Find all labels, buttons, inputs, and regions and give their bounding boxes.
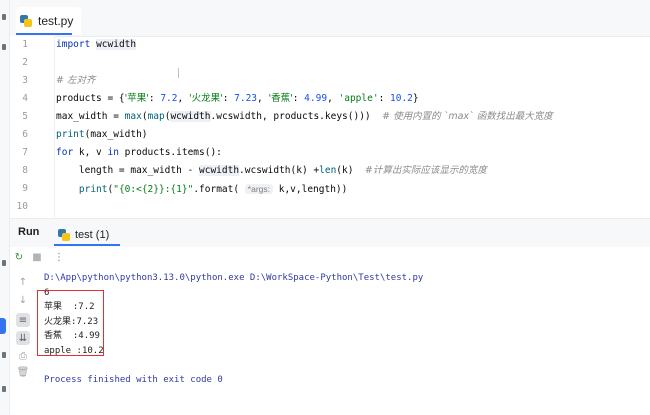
run-toolwindow-indicator[interactable] xyxy=(0,318,6,334)
code-token: } xyxy=(412,93,419,104)
line-number: 8 xyxy=(22,165,28,176)
line-number: 7 xyxy=(22,147,28,158)
code-token: , xyxy=(177,93,189,104)
file-tab-label: test.py xyxy=(38,14,74,28)
keyword-token: in xyxy=(107,147,119,158)
string-token: 'apple' xyxy=(338,93,379,104)
active-tab-indicator xyxy=(16,33,72,35)
console-side-toolbar: ↑ ↓ ≡ ⇊ ⎙ 🗑 xyxy=(10,267,36,415)
code-token: length = max_width - xyxy=(56,165,199,176)
line-number: 10 xyxy=(16,201,28,212)
string-token: '火龙果' xyxy=(188,93,223,104)
line-number: 1 xyxy=(22,39,28,50)
code-token: .wcswidth(k) + xyxy=(239,165,320,176)
more-options-icon[interactable]: ⋮ xyxy=(52,250,66,264)
string-token: '苹果' xyxy=(124,93,149,104)
comment-token: #计算出实际应该显示的宽度 xyxy=(364,165,487,176)
comment-token: # 使用内置的 `max` 函数找出最大宽度 xyxy=(382,111,553,122)
arrow-up-icon[interactable]: ↑ xyxy=(16,275,30,289)
run-tab-label: test (1) xyxy=(75,229,110,241)
code-token: : xyxy=(378,93,391,104)
code-line-6[interactable]: print(max_width) xyxy=(56,126,148,144)
soft-wrap-icon[interactable]: ≡ xyxy=(16,313,30,327)
run-toolbar: ↻ ■ ⋮ xyxy=(10,247,650,267)
number-token: 7.2 xyxy=(160,93,178,104)
line-number: 4 xyxy=(22,93,28,104)
number-token: 4.99 xyxy=(304,93,328,104)
code-token: max_width = xyxy=(56,111,125,122)
python-run-icon xyxy=(58,229,70,241)
code-token: : xyxy=(222,93,235,104)
comment-token: # 左对齐 xyxy=(56,75,96,86)
line-number: 2 xyxy=(22,57,28,68)
scroll-to-end-icon[interactable]: ⇊ xyxy=(16,331,30,345)
rerun-icon[interactable]: ↻ xyxy=(12,250,26,264)
code-token: : xyxy=(292,93,305,104)
code-line-8[interactable]: length = max_width - wcwidth.wcswidth(k)… xyxy=(56,162,487,180)
code-token: , xyxy=(327,93,339,104)
arrow-down-icon[interactable]: ↓ xyxy=(16,293,30,307)
keyword-token: for xyxy=(56,147,74,158)
print-icon[interactable]: ⎙ xyxy=(16,349,30,363)
python-file-icon xyxy=(20,15,32,27)
terminal-icon[interactable] xyxy=(2,352,6,358)
builtin-token: map xyxy=(147,111,165,122)
string-token: '香蕉' xyxy=(268,93,293,104)
number-token: 7.23 xyxy=(234,93,258,104)
code-token: k, v xyxy=(73,147,108,158)
text-cursor xyxy=(178,68,185,78)
ide-left-strip xyxy=(0,0,10,415)
line-number: 5 xyxy=(22,111,28,122)
code-token: , xyxy=(257,93,269,104)
line-number: 6 xyxy=(22,129,28,140)
code-line-4[interactable]: products = {'苹果': 7.2, '火龙果': 7.23, '香蕉'… xyxy=(56,90,419,108)
run-title: Run xyxy=(18,226,40,238)
builtin-token: max xyxy=(124,111,142,122)
trash-icon[interactable]: 🗑 xyxy=(16,365,30,379)
code-token: k,v,length)) xyxy=(273,184,348,195)
code-token: : xyxy=(148,93,161,104)
annotation-highlight-box xyxy=(37,290,104,356)
services-icon[interactable] xyxy=(2,260,6,266)
code-token: (k) xyxy=(336,165,365,176)
gutter-divider xyxy=(54,36,55,218)
number-token: 10.2 xyxy=(390,93,413,104)
module-token: wcwidth xyxy=(170,111,211,122)
code-token: .format( xyxy=(193,184,245,195)
active-run-tab-indicator xyxy=(54,244,120,246)
code-token: .wcswidth, products.keys())) xyxy=(210,111,383,122)
builtin-token: len xyxy=(319,165,337,176)
project-icon[interactable] xyxy=(2,14,6,20)
run-tab-test-1[interactable]: test (1) xyxy=(54,224,113,246)
code-line-7[interactable]: for k, v in products.items(): xyxy=(56,144,222,162)
string-token: "{0:<{2}}:{1}" xyxy=(113,184,194,195)
line-number-gutter: 1 2 3 4 5 6 7 8 9 10 xyxy=(10,36,54,218)
code-line-9[interactable]: print("{0:<{2}}:{1}".format( *args: k,v,… xyxy=(56,180,347,198)
code-line-5[interactable]: max_width = max(map(wcwidth.wcswidth, pr… xyxy=(56,108,553,126)
line-number: 9 xyxy=(22,183,28,194)
run-toolwindow-header: Run test (1) xyxy=(10,218,650,248)
structure-icon[interactable] xyxy=(2,44,6,50)
code-token: products.items(): xyxy=(118,147,222,158)
code-editor[interactable]: import wcwidth # 左对齐 products = {'苹果': 7… xyxy=(56,36,650,218)
parameter-hint: *args: xyxy=(244,184,274,194)
module-token: wcwidth xyxy=(199,165,240,176)
console-output[interactable]: D:\App\python\python3.13.0\python.exe D:… xyxy=(44,267,650,415)
code-line-1[interactable]: import wcwidth xyxy=(56,36,137,54)
console-command-line: D:\App\python\python3.13.0\python.exe D:… xyxy=(44,273,424,283)
keyword-token: import xyxy=(56,39,91,50)
code-token: (max_width) xyxy=(84,129,148,140)
file-tab-test-py[interactable]: test.py xyxy=(16,7,82,35)
builtin-token: print xyxy=(56,129,85,140)
stop-icon[interactable]: ■ xyxy=(30,250,44,264)
problems-icon[interactable] xyxy=(2,386,6,392)
editor-tab-bar: test.py xyxy=(10,0,650,37)
console-exit-message: Process finished with exit code 0 xyxy=(44,375,223,385)
builtin-token: print xyxy=(78,184,108,195)
line-number: 3 xyxy=(22,75,28,86)
code-token: products = { xyxy=(56,93,125,104)
code-line-3[interactable]: # 左对齐 xyxy=(56,72,95,90)
module-token: wcwidth xyxy=(96,39,137,50)
